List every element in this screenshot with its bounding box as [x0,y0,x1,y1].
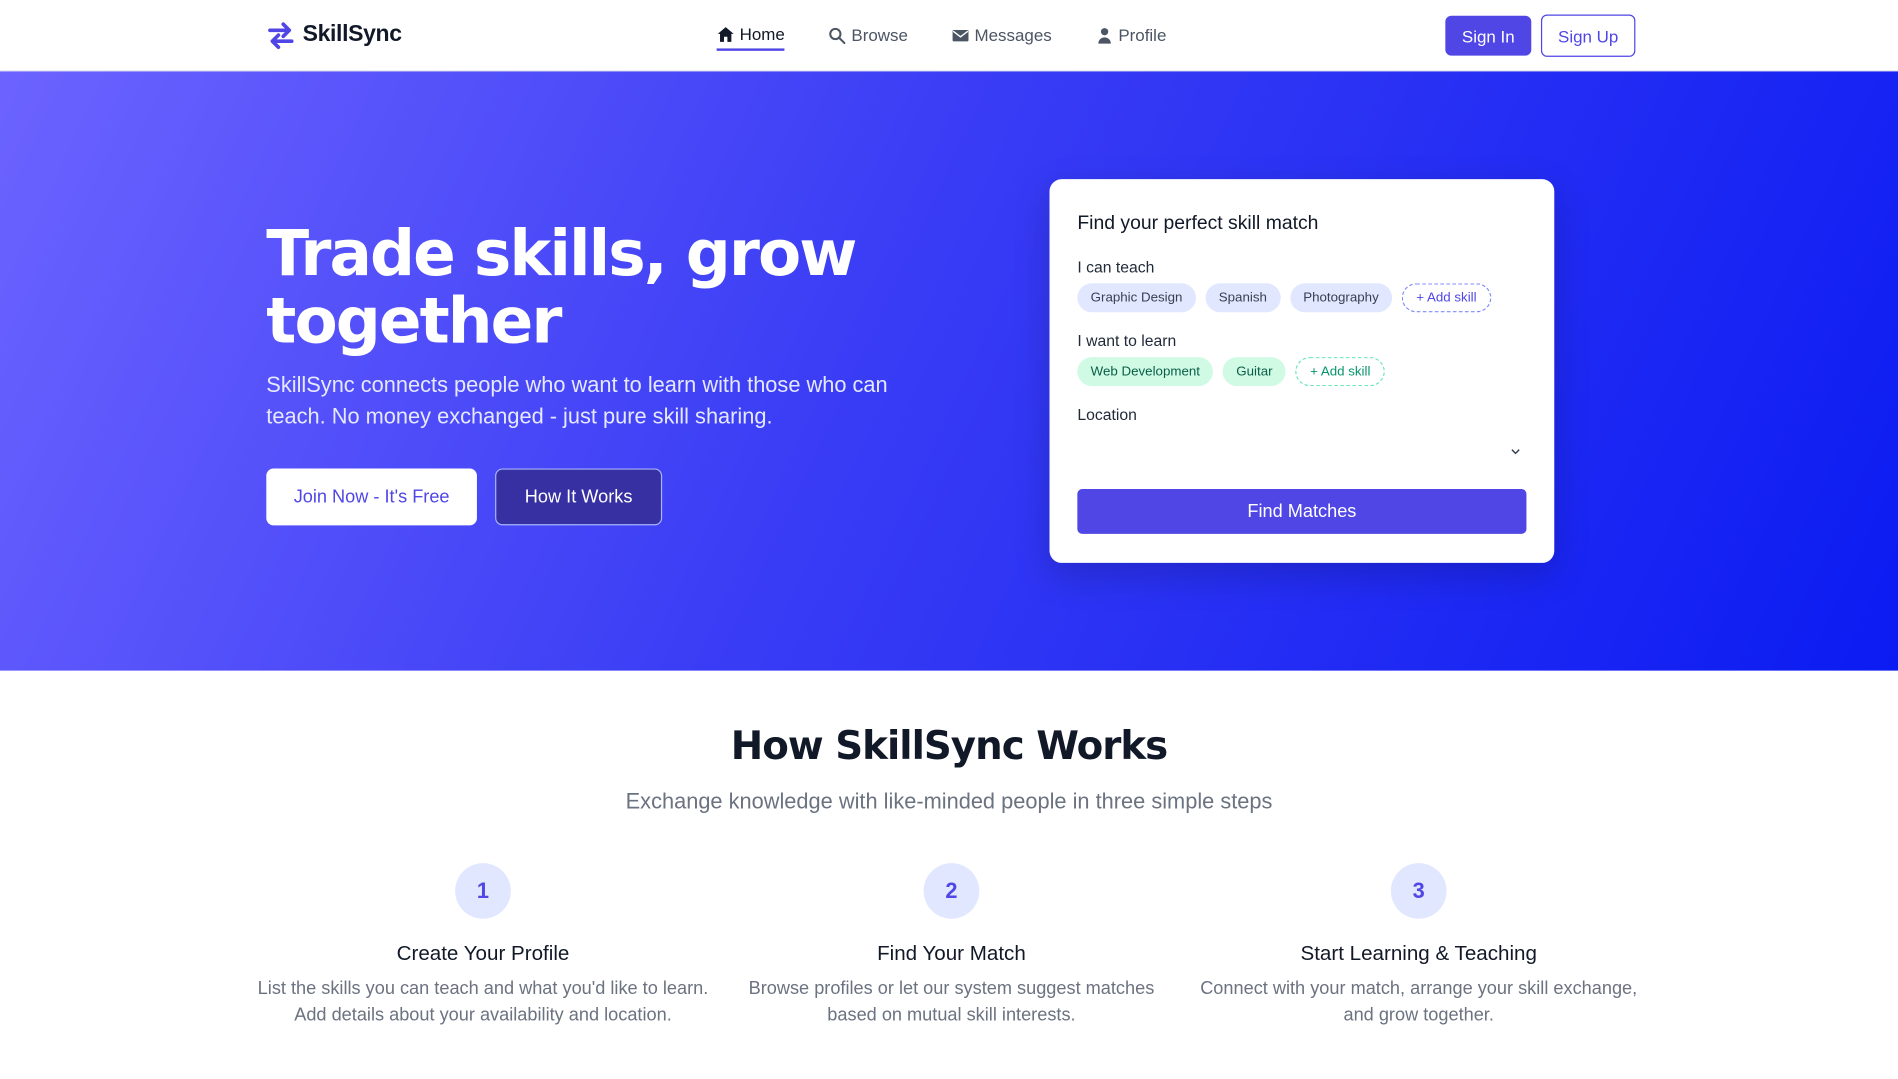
step-title: Find Your Match [877,941,1026,965]
location-label: Location [1077,405,1137,424]
brand-logo[interactable]: SkillSync [266,21,402,50]
sign-in-button[interactable]: Sign In [1445,15,1532,56]
nav-item-home[interactable]: Home [716,24,785,51]
find-matches-button[interactable]: Find Matches [1077,489,1527,534]
nav-item-messages[interactable]: Messages [952,24,1052,51]
nav-item-label: Profile [1118,25,1167,45]
hero-subtitle: SkillSync connects people who want to le… [266,372,888,429]
nav-item-label: Messages [974,25,1052,45]
add-teach-skill-button[interactable]: + Add skill [1401,283,1492,313]
learn-skill-chips: Web Development Guitar + Add skill [1077,357,1385,387]
how-it-works-title: How SkillSync Works [730,722,1168,769]
top-navbar: SkillSync Home Browse Messages Profile S… [0,0,1898,72]
learn-skill-chip[interactable]: Web Development [1077,357,1214,387]
location-select[interactable] [1077,437,1526,466]
step-number-badge: 3 [1390,863,1447,919]
teach-skill-chips: Graphic Design Spanish Photography + Add… [1077,283,1492,313]
search-icon [829,27,846,44]
step-number-badge: 1 [455,863,511,919]
brand-name: SkillSync [302,21,402,48]
step-card: 2 Find Your Match Browse profiles or let… [721,863,1181,1029]
add-learn-skill-button[interactable]: + Add skill [1295,357,1385,387]
nav-item-label: Home [739,24,785,44]
step-description: List the skills you can teach and what y… [257,978,709,1026]
swap-arrows-icon [268,22,294,50]
envelope-icon [952,29,969,41]
home-icon [717,26,734,42]
step-card: 1 Create Your Profile List the skills yo… [253,863,713,1029]
step-title: Start Learning & Teaching [1300,941,1537,965]
learn-label: I want to learn [1077,331,1177,350]
skill-match-card: Find your perfect skill match I can teac… [1049,179,1555,563]
step-description: Connect with your match, arrange your sk… [1200,978,1638,1026]
how-it-works-button[interactable]: How It Works [495,468,663,526]
hero-section: Trade skills, grow together SkillSync co… [0,71,1898,671]
hero-title-line-2: together [266,285,562,359]
how-it-works-subtitle: Exchange knowledge with like-minded peop… [625,789,1273,814]
step-description: Browse profiles or let our system sugges… [748,978,1155,1026]
nav-item-profile[interactable]: Profile [1095,24,1166,51]
sign-up-button[interactable]: Sign Up [1540,14,1636,57]
teach-label: I can teach [1077,257,1155,276]
user-icon [1098,27,1111,44]
nav-item-label: Browse [851,25,908,45]
nav-item-browse[interactable]: Browse [828,24,908,51]
card-title: Find your perfect skill match [1077,213,1319,234]
step-number-badge: 2 [923,863,980,919]
teach-skill-chip[interactable]: Spanish [1205,283,1281,313]
hero-title-line-1: Trade skills, grow [266,217,857,291]
teach-skill-chip[interactable]: Photography [1289,283,1393,313]
main-menu: Home Browse Messages Profile [716,24,1166,51]
hero-title: Trade skills, grow together [266,220,944,356]
learn-skill-chip[interactable]: Guitar [1222,357,1286,387]
step-card: 3 Start Learning & Teaching Connect with… [1189,863,1649,1029]
step-title: Create Your Profile [396,941,570,965]
join-now-button[interactable]: Join Now - It's Free [266,468,477,526]
teach-skill-chip[interactable]: Graphic Design [1077,283,1196,313]
chevron-down-icon [1511,449,1520,455]
